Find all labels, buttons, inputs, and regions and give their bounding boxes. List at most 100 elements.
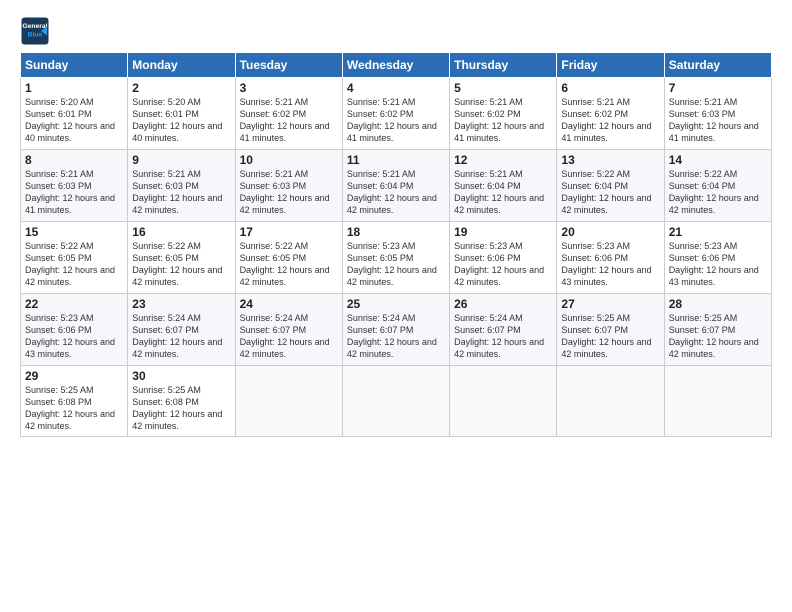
day-number: 19 bbox=[454, 225, 552, 239]
day-number: 29 bbox=[25, 369, 123, 383]
day-number: 15 bbox=[25, 225, 123, 239]
calendar-week-row: 29 Sunrise: 5:25 AMSunset: 6:08 PMDayligh… bbox=[21, 366, 772, 437]
weekday-header-thursday: Thursday bbox=[450, 53, 557, 78]
calendar-cell: 27 Sunrise: 5:25 AMSunset: 6:07 PMDayligh… bbox=[557, 294, 664, 366]
day-info: Sunrise: 5:21 AMSunset: 6:02 PMDaylight:… bbox=[561, 97, 651, 143]
calendar-cell bbox=[664, 366, 771, 437]
day-info: Sunrise: 5:21 AMSunset: 6:03 PMDaylight:… bbox=[240, 169, 330, 215]
calendar-cell: 2 Sunrise: 5:20 AMSunset: 6:01 PMDaylight… bbox=[128, 78, 235, 150]
calendar-cell: 25 Sunrise: 5:24 AMSunset: 6:07 PMDayligh… bbox=[342, 294, 449, 366]
calendar-cell: 26 Sunrise: 5:24 AMSunset: 6:07 PMDayligh… bbox=[450, 294, 557, 366]
calendar-cell bbox=[557, 366, 664, 437]
day-info: Sunrise: 5:22 AMSunset: 6:04 PMDaylight:… bbox=[669, 169, 759, 215]
day-info: Sunrise: 5:25 AMSunset: 6:08 PMDaylight:… bbox=[132, 385, 222, 431]
calendar-cell: 18Sunrise: 5:23 AMSunset: 6:05 PMDayligh… bbox=[342, 222, 449, 294]
weekday-header-monday: Monday bbox=[128, 53, 235, 78]
calendar-cell: 4 Sunrise: 5:21 AMSunset: 6:02 PMDaylight… bbox=[342, 78, 449, 150]
day-info: Sunrise: 5:23 AMSunset: 6:06 PMDaylight:… bbox=[561, 241, 651, 287]
day-number: 21 bbox=[669, 225, 767, 239]
calendar-cell: 6 Sunrise: 5:21 AMSunset: 6:02 PMDaylight… bbox=[557, 78, 664, 150]
main-container: General Blue SundayMondayTuesdayWednesda… bbox=[0, 0, 792, 447]
calendar-cell: 29 Sunrise: 5:25 AMSunset: 6:08 PMDayligh… bbox=[21, 366, 128, 437]
day-info: Sunrise: 5:24 AMSunset: 6:07 PMDaylight:… bbox=[347, 313, 437, 359]
day-number: 14 bbox=[669, 153, 767, 167]
calendar-cell: 28 Sunrise: 5:25 AMSunset: 6:07 PMDayligh… bbox=[664, 294, 771, 366]
weekday-header-tuesday: Tuesday bbox=[235, 53, 342, 78]
calendar-week-row: 1 Sunrise: 5:20 AMSunset: 6:01 PMDaylight… bbox=[21, 78, 772, 150]
day-number: 18 bbox=[347, 225, 445, 239]
day-info: Sunrise: 5:25 AMSunset: 6:07 PMDaylight:… bbox=[669, 313, 759, 359]
weekday-header-friday: Friday bbox=[557, 53, 664, 78]
calendar-cell bbox=[450, 366, 557, 437]
day-number: 2 bbox=[132, 81, 230, 95]
day-info: Sunrise: 5:23 AMSunset: 6:06 PMDaylight:… bbox=[669, 241, 759, 287]
header: General Blue bbox=[20, 16, 772, 46]
day-info: Sunrise: 5:23 AMSunset: 6:06 PMDaylight:… bbox=[25, 313, 115, 359]
day-info: Sunrise: 5:23 AMSunset: 6:06 PMDaylight:… bbox=[454, 241, 544, 287]
day-info: Sunrise: 5:21 AMSunset: 6:04 PMDaylight:… bbox=[454, 169, 544, 215]
logo: General Blue bbox=[20, 16, 50, 46]
weekday-header-sunday: Sunday bbox=[21, 53, 128, 78]
day-info: Sunrise: 5:22 AMSunset: 6:05 PMDaylight:… bbox=[132, 241, 222, 287]
calendar-cell bbox=[342, 366, 449, 437]
calendar-cell: 1 Sunrise: 5:20 AMSunset: 6:01 PMDaylight… bbox=[21, 78, 128, 150]
svg-text:Blue: Blue bbox=[28, 31, 43, 38]
calendar-cell: 14 Sunrise: 5:22 AMSunset: 6:04 PMDayligh… bbox=[664, 150, 771, 222]
calendar-week-row: 22 Sunrise: 5:23 AMSunset: 6:06 PMDayligh… bbox=[21, 294, 772, 366]
day-info: Sunrise: 5:24 AMSunset: 6:07 PMDaylight:… bbox=[240, 313, 330, 359]
day-info: Sunrise: 5:21 AMSunset: 6:03 PMDaylight:… bbox=[132, 169, 222, 215]
day-info: Sunrise: 5:20 AMSunset: 6:01 PMDaylight:… bbox=[25, 97, 115, 143]
day-number: 16 bbox=[132, 225, 230, 239]
day-info: Sunrise: 5:25 AMSunset: 6:07 PMDaylight:… bbox=[561, 313, 651, 359]
weekday-header-row: SundayMondayTuesdayWednesdayThursdayFrid… bbox=[21, 53, 772, 78]
day-number: 5 bbox=[454, 81, 552, 95]
day-number: 25 bbox=[347, 297, 445, 311]
day-number: 9 bbox=[132, 153, 230, 167]
calendar-cell: 7 Sunrise: 5:21 AMSunset: 6:03 PMDaylight… bbox=[664, 78, 771, 150]
calendar-cell: 10 Sunrise: 5:21 AMSunset: 6:03 PMDayligh… bbox=[235, 150, 342, 222]
calendar-cell: 12Sunrise: 5:21 AMSunset: 6:04 PMDayligh… bbox=[450, 150, 557, 222]
day-number: 23 bbox=[132, 297, 230, 311]
day-number: 3 bbox=[240, 81, 338, 95]
day-info: Sunrise: 5:24 AMSunset: 6:07 PMDaylight:… bbox=[132, 313, 222, 359]
day-number: 8 bbox=[25, 153, 123, 167]
day-number: 1 bbox=[25, 81, 123, 95]
calendar-cell: 20 Sunrise: 5:23 AMSunset: 6:06 PMDayligh… bbox=[557, 222, 664, 294]
calendar-week-row: 15 Sunrise: 5:22 AMSunset: 6:05 PMDayligh… bbox=[21, 222, 772, 294]
calendar-cell: 13 Sunrise: 5:22 AMSunset: 6:04 PMDayligh… bbox=[557, 150, 664, 222]
day-info: Sunrise: 5:24 AMSunset: 6:07 PMDaylight:… bbox=[454, 313, 544, 359]
calendar-cell: 3 Sunrise: 5:21 AMSunset: 6:02 PMDaylight… bbox=[235, 78, 342, 150]
day-number: 7 bbox=[669, 81, 767, 95]
day-info: Sunrise: 5:21 AMSunset: 6:03 PMDaylight:… bbox=[669, 97, 759, 143]
day-number: 26 bbox=[454, 297, 552, 311]
calendar-cell: 23 Sunrise: 5:24 AMSunset: 6:07 PMDayligh… bbox=[128, 294, 235, 366]
calendar-cell: 5Sunrise: 5:21 AMSunset: 6:02 PMDaylight… bbox=[450, 78, 557, 150]
day-number: 11 bbox=[347, 153, 445, 167]
calendar-cell: 22 Sunrise: 5:23 AMSunset: 6:06 PMDayligh… bbox=[21, 294, 128, 366]
day-info: Sunrise: 5:20 AMSunset: 6:01 PMDaylight:… bbox=[132, 97, 222, 143]
day-info: Sunrise: 5:25 AMSunset: 6:08 PMDaylight:… bbox=[25, 385, 115, 431]
day-number: 6 bbox=[561, 81, 659, 95]
day-number: 20 bbox=[561, 225, 659, 239]
day-number: 4 bbox=[347, 81, 445, 95]
calendar-table: SundayMondayTuesdayWednesdayThursdayFrid… bbox=[20, 52, 772, 437]
day-info: Sunrise: 5:22 AMSunset: 6:04 PMDaylight:… bbox=[561, 169, 651, 215]
day-number: 22 bbox=[25, 297, 123, 311]
day-number: 27 bbox=[561, 297, 659, 311]
day-info: Sunrise: 5:21 AMSunset: 6:02 PMDaylight:… bbox=[240, 97, 330, 143]
calendar-cell bbox=[235, 366, 342, 437]
day-number: 10 bbox=[240, 153, 338, 167]
weekday-header-wednesday: Wednesday bbox=[342, 53, 449, 78]
calendar-cell: 19 Sunrise: 5:23 AMSunset: 6:06 PMDayligh… bbox=[450, 222, 557, 294]
day-info: Sunrise: 5:22 AMSunset: 6:05 PMDaylight:… bbox=[240, 241, 330, 287]
day-info: Sunrise: 5:21 AMSunset: 6:02 PMDaylight:… bbox=[347, 97, 437, 143]
day-number: 30 bbox=[132, 369, 230, 383]
day-info: Sunrise: 5:21 AMSunset: 6:03 PMDaylight:… bbox=[25, 169, 115, 215]
day-number: 17 bbox=[240, 225, 338, 239]
day-number: 28 bbox=[669, 297, 767, 311]
day-number: 13 bbox=[561, 153, 659, 167]
day-info: Sunrise: 5:21 AMSunset: 6:04 PMDaylight:… bbox=[347, 169, 437, 215]
calendar-cell: 15Sunrise: 5:22 AMSunset: 6:05 PMDayligh… bbox=[21, 222, 128, 294]
calendar-cell: 17 Sunrise: 5:22 AMSunset: 6:05 PMDayligh… bbox=[235, 222, 342, 294]
weekday-header-saturday: Saturday bbox=[664, 53, 771, 78]
